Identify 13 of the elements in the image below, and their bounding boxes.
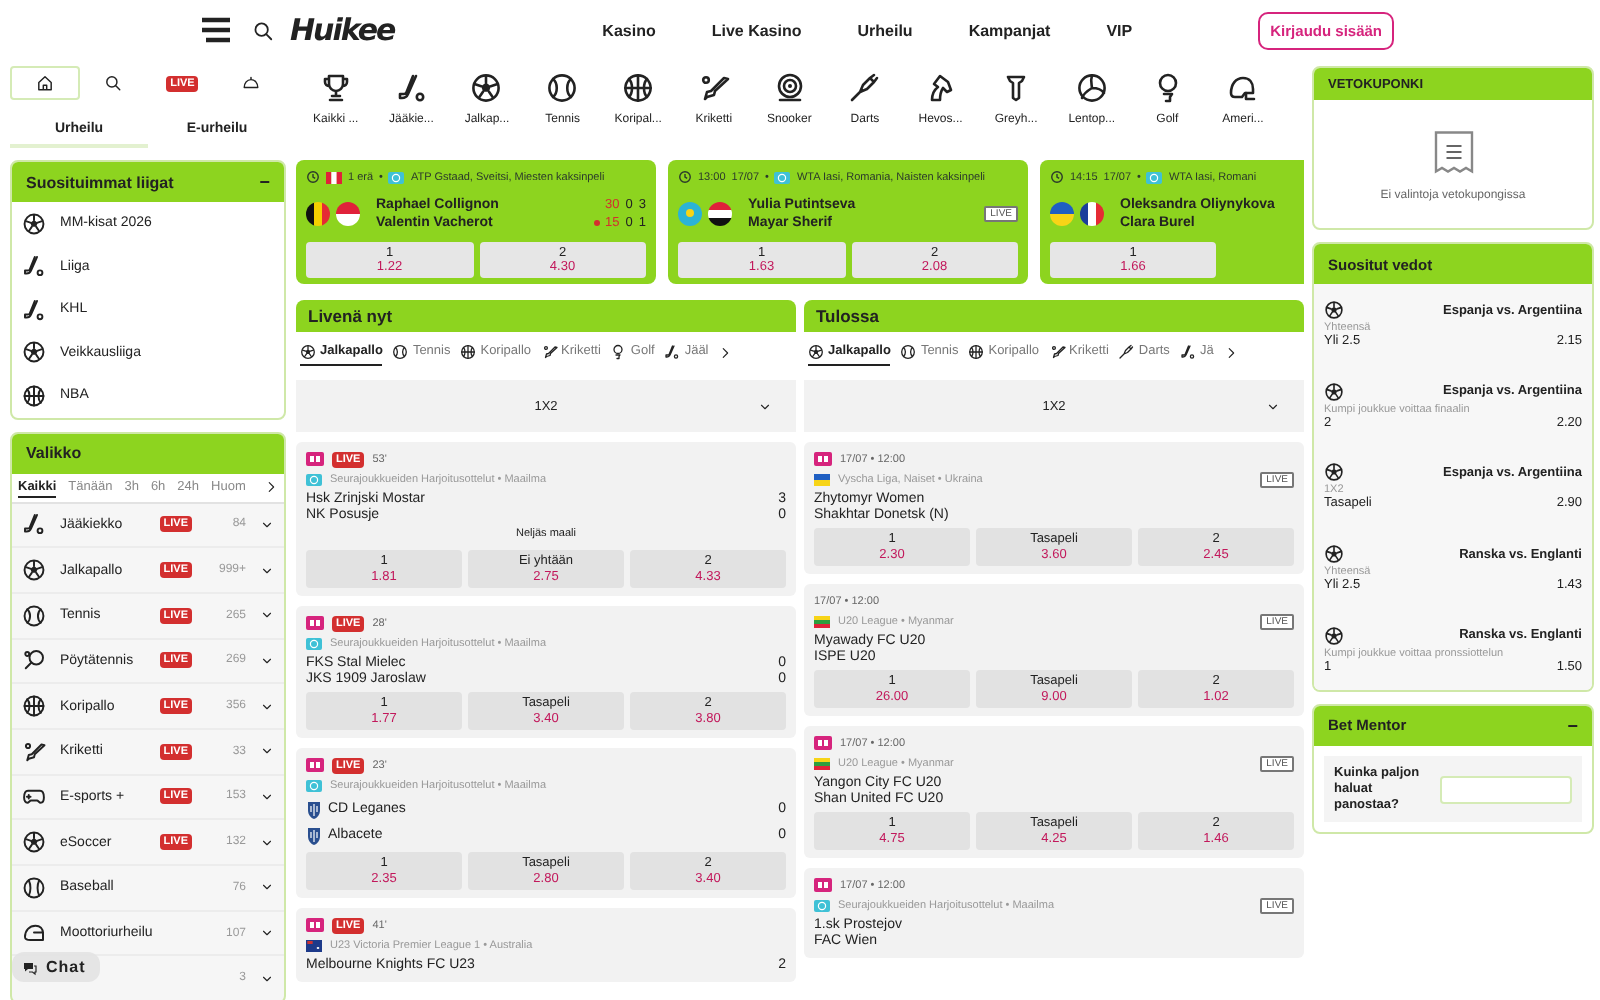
collapse-button[interactable]: − — [259, 172, 270, 192]
collapse-button[interactable]: − — [1567, 715, 1578, 736]
section-title: Tulossa — [816, 306, 879, 326]
panel-title: Suosituimmat liigat — [26, 173, 174, 191]
section-title: Livenä nyt — [308, 306, 393, 326]
panel-title: Valikko — [26, 444, 82, 462]
nav-link[interactable]: Kasino — [602, 21, 656, 39]
nav-link[interactable]: Urheilu — [857, 21, 913, 39]
nav-link[interactable]: Kampanjat — [968, 21, 1051, 39]
nav-link[interactable]: Live Kasino — [711, 21, 802, 39]
chat-button[interactable]: Chat — [12, 952, 100, 982]
nav-link[interactable]: VIP — [1106, 21, 1133, 39]
logo[interactable]: Huikee — [290, 12, 395, 48]
